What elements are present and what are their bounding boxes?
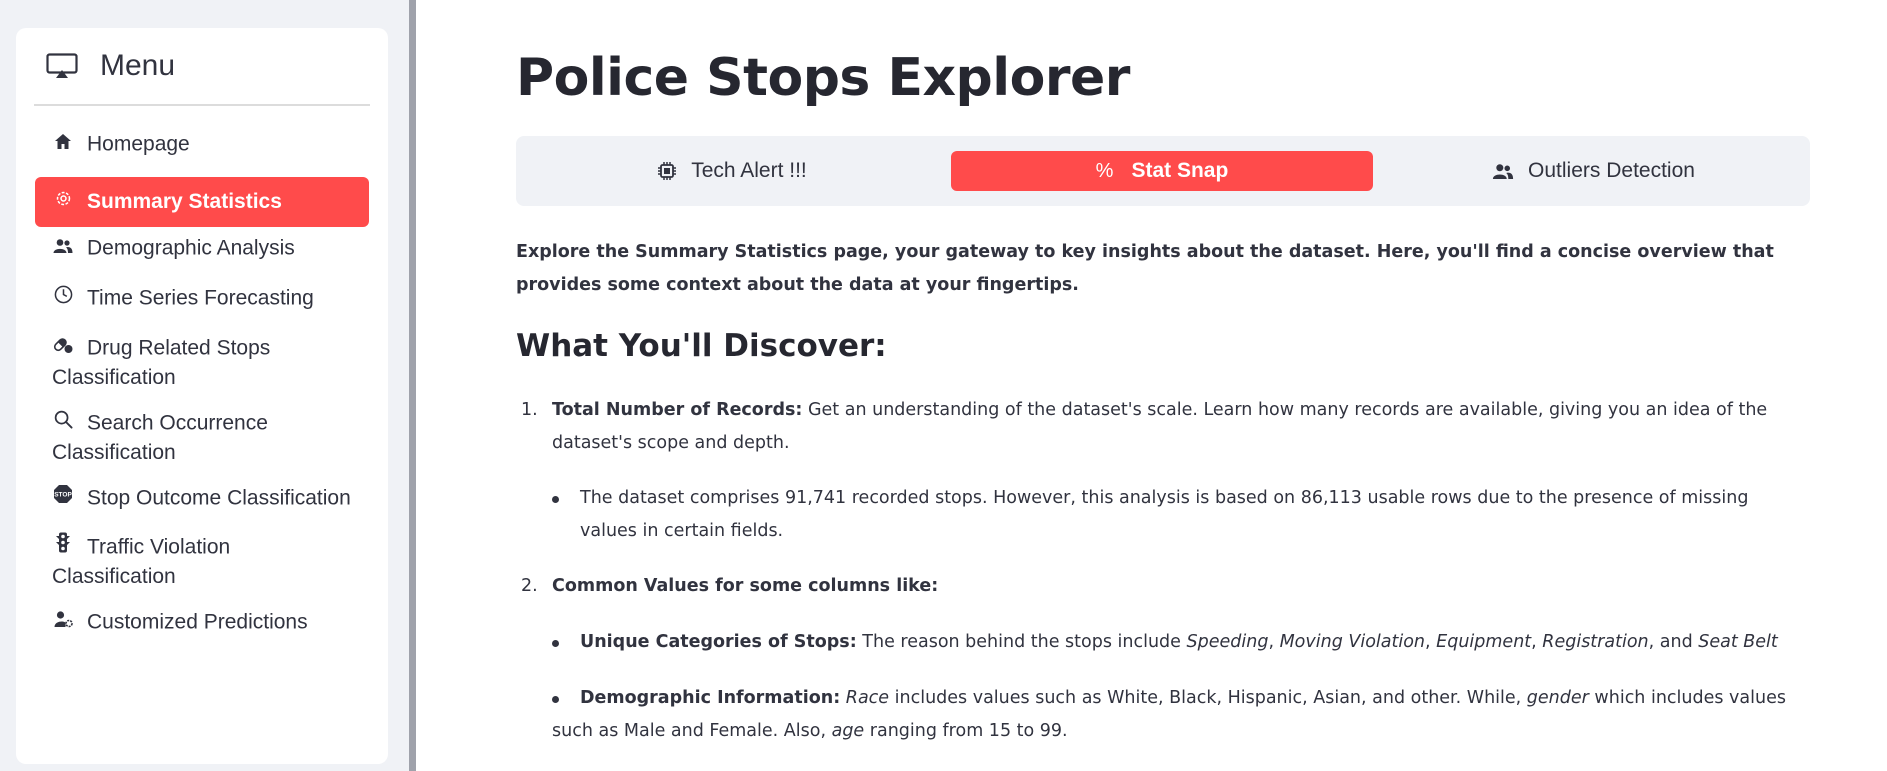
sidebar-item-label: Traffic Violation bbox=[87, 535, 231, 559]
people-icon bbox=[52, 233, 74, 263]
sidebar-item-stop-outcome-classification[interactable]: STOP Stop Outcome Classification bbox=[35, 483, 369, 513]
cast-icon bbox=[46, 52, 82, 80]
category-registration: Registration bbox=[1542, 632, 1649, 652]
term-gender: gender bbox=[1526, 688, 1589, 708]
traffic-light-icon bbox=[52, 532, 74, 562]
sidebar-item-label: Drug Related Stops bbox=[87, 336, 271, 360]
page-title: Police Stops Explorer bbox=[516, 48, 1130, 108]
bullet-body: , and bbox=[1648, 632, 1693, 652]
sidebar-item-customized-predictions[interactable]: Customized Predictions bbox=[35, 607, 369, 637]
sidebar-item-label: Stop Outcome Classification bbox=[87, 486, 351, 510]
list-text: Total Number of Records: Get an understa… bbox=[552, 394, 1810, 460]
bullet-title: Demographic Information: bbox=[580, 688, 841, 708]
list-title: Common Values for some columns like: bbox=[552, 576, 939, 596]
cpu-icon bbox=[657, 161, 677, 181]
sidebar-item-label: Search Occurrence bbox=[87, 411, 268, 435]
list-number: 2. bbox=[521, 576, 538, 596]
tab-outliers-detection[interactable]: Outliers Detection bbox=[1377, 151, 1810, 191]
bullet-body: includes values such as White, Black, Hi… bbox=[894, 688, 1522, 708]
tab-label: Stat Snap bbox=[1131, 159, 1229, 182]
bullet-text: The dataset comprises 91,741 recorded st… bbox=[580, 488, 1749, 541]
sidebar-resize-handle[interactable] bbox=[409, 0, 416, 771]
gear-icon bbox=[52, 187, 74, 217]
person-gear-icon bbox=[52, 607, 74, 637]
bullet-dot bbox=[552, 496, 559, 503]
sidebar-item-label: Summary Statistics bbox=[87, 190, 282, 213]
list-bullet: Unique Categories of Stops: The reason b… bbox=[516, 626, 1810, 662]
list-bullet: The dataset comprises 91,741 recorded st… bbox=[516, 482, 1810, 552]
sidebar-item-traffic-violation-classification[interactable]: Traffic Violation Classification bbox=[35, 532, 369, 592]
list-item: 1. Total Number of Records: Get an under… bbox=[516, 394, 1810, 464]
people-icon bbox=[1492, 163, 1514, 180]
clock-icon bbox=[52, 283, 74, 313]
list-number: 1. bbox=[521, 400, 538, 420]
term-age: age bbox=[831, 721, 865, 741]
option-menu: Menu Homepage Summary Statistics Demogra… bbox=[16, 28, 388, 764]
list-bullet: Demographic Information: Race includes v… bbox=[516, 682, 1810, 752]
category-seat-belt: Seat Belt bbox=[1698, 632, 1778, 652]
bullet-body: The reason behind the stops include bbox=[862, 632, 1181, 652]
horizontal-menu: Tech Alert !!! % Stat Snap Outliers Dete… bbox=[516, 136, 1810, 206]
intro-paragraph: Explore the Summary Statistics page, you… bbox=[516, 242, 1774, 295]
capsule-icon bbox=[52, 333, 74, 363]
sidebar-item-label: Time Series Forecasting bbox=[87, 286, 314, 310]
list-title: Total Number of Records: bbox=[552, 400, 803, 420]
bullet-text: Demographic Information: Race includes v… bbox=[552, 682, 1810, 748]
sidebar-item-demographic-analysis[interactable]: Demographic Analysis bbox=[35, 233, 369, 263]
category-speeding: Speeding bbox=[1186, 632, 1269, 652]
search-icon bbox=[52, 408, 74, 438]
bullet-title: Unique Categories of Stops: bbox=[580, 632, 857, 652]
term-race: Race bbox=[845, 688, 890, 708]
sidebar-item-label-line2: Classification bbox=[52, 565, 176, 589]
menu-header: Menu bbox=[34, 28, 370, 106]
sidebar-item-label-line2: Classification bbox=[52, 366, 176, 390]
stop-sign-icon: STOP bbox=[52, 483, 74, 513]
sidebar-item-label: Demographic Analysis bbox=[87, 236, 295, 260]
menu-title: Menu bbox=[100, 49, 176, 82]
tab-label: Outliers Detection bbox=[1528, 159, 1695, 182]
sidebar-item-drug-related-stops-classification[interactable]: Drug Related Stops Classification bbox=[35, 333, 369, 393]
bullet-text: Unique Categories of Stops: The reason b… bbox=[580, 632, 1778, 652]
list-text: Common Values for some columns like: bbox=[552, 570, 1810, 603]
tab-label: Tech Alert !!! bbox=[691, 159, 807, 182]
tab-stat-snap[interactable]: % Stat Snap bbox=[951, 151, 1373, 191]
sidebar-item-label: Customized Predictions bbox=[87, 610, 308, 634]
list-item: 2. Common Values for some columns like: bbox=[516, 570, 1810, 606]
sidebar-item-label-line2: Classification bbox=[52, 441, 176, 465]
sidebar: Menu Homepage Summary Statistics Demogra… bbox=[0, 0, 409, 771]
sidebar-item-summary-statistics[interactable]: Summary Statistics bbox=[35, 177, 369, 227]
house-icon bbox=[52, 129, 74, 159]
sidebar-item-search-occurrence-classification[interactable]: Search Occurrence Classification bbox=[35, 408, 369, 468]
category-equipment: Equipment bbox=[1436, 632, 1532, 652]
sidebar-item-homepage[interactable]: Homepage bbox=[35, 129, 369, 159]
category-moving-violation: Moving Violation bbox=[1279, 632, 1426, 652]
section-heading: What You'll Discover: bbox=[516, 328, 887, 364]
sidebar-item-label: Homepage bbox=[87, 132, 190, 156]
bullet-dot bbox=[552, 640, 559, 647]
bullet-body: ranging from 15 to 99. bbox=[869, 721, 1068, 741]
main-content: Police Stops Explorer Tech Alert !!! % S… bbox=[416, 0, 1887, 771]
tab-tech-alert[interactable]: Tech Alert !!! bbox=[516, 151, 948, 191]
svg-text:STOP: STOP bbox=[54, 492, 72, 499]
percent-icon: % bbox=[1095, 159, 1114, 182]
sidebar-item-time-series-forecasting[interactable]: Time Series Forecasting bbox=[35, 283, 369, 313]
